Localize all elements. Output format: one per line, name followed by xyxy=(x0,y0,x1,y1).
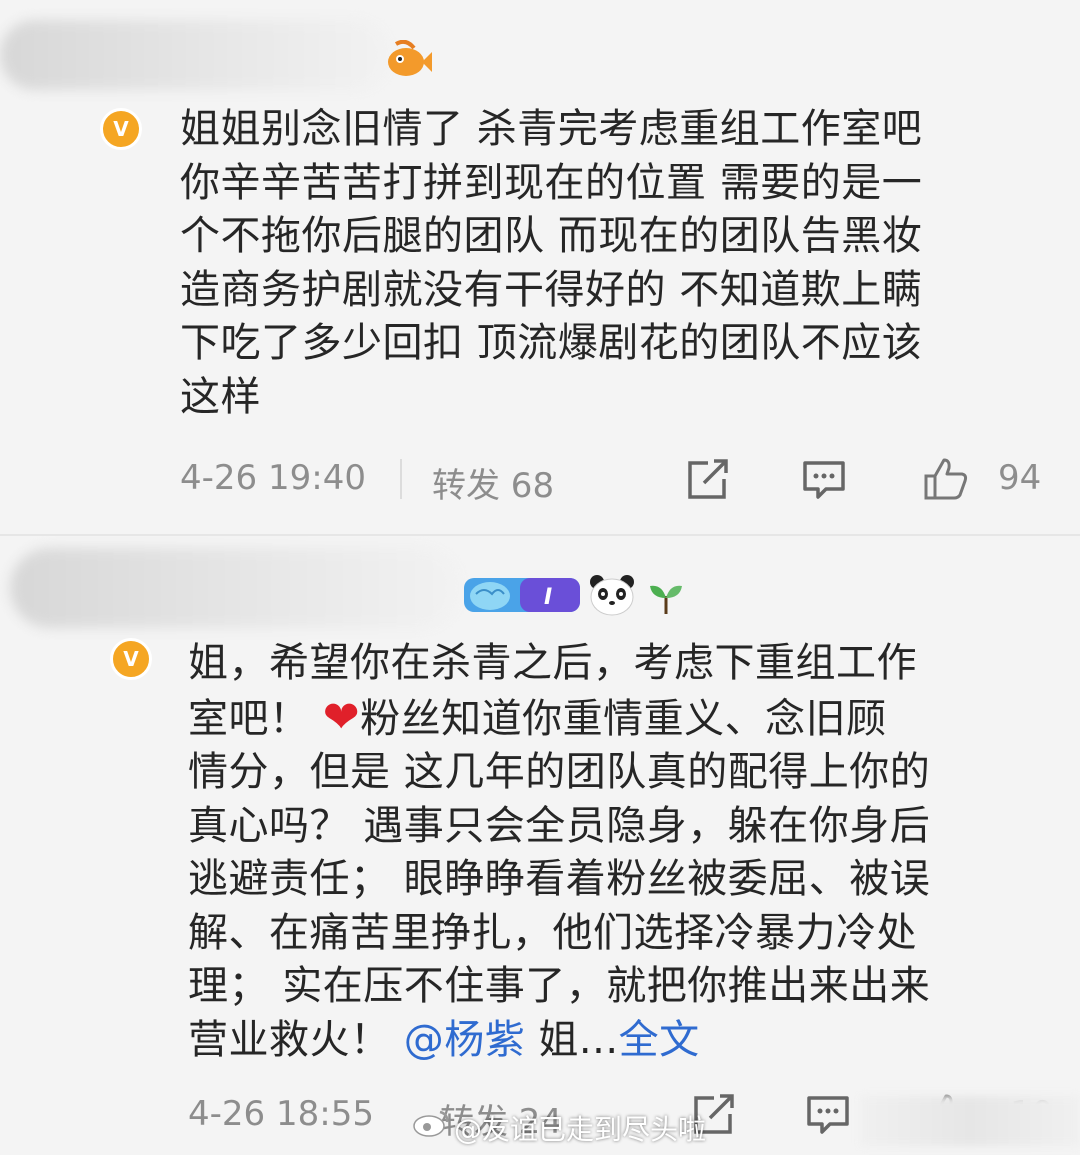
comment-text-1: 姐姐别念旧情了 杀青完考虑重组工作室吧 你辛辛苦苦打拼到现在的位置 需要的是一 … xyxy=(180,106,923,420)
weibo-logo-icon xyxy=(413,1110,449,1137)
heart-emoji-icon: ❤ xyxy=(322,691,361,743)
repost-button-1[interactable]: 转发 68 xyxy=(432,458,554,507)
brain-level-badge-icon: I xyxy=(464,578,580,612)
comment-text-2-part-c: 姐... xyxy=(525,1016,619,1063)
fish-emoji-icon xyxy=(388,40,432,76)
comment-date-1: 4-26 19:40 xyxy=(180,458,366,498)
comment-text-2: 姐，希望你在杀青之后，考虑下重组工作 室吧！ ❤粉丝知道你重情重义、念旧顾 情分… xyxy=(188,637,1058,1067)
verified-badge-icon: V xyxy=(110,638,152,680)
thumbs-up-icon[interactable] xyxy=(922,456,970,502)
share-icon[interactable] xyxy=(686,459,730,501)
sprout-emoji-icon xyxy=(650,585,682,614)
read-full-text-link[interactable]: 全文 xyxy=(619,1017,700,1063)
watermark-blur xyxy=(860,1096,1080,1146)
comment-icon[interactable] xyxy=(802,460,846,500)
panda-emoji-icon xyxy=(590,575,634,616)
meta-divider xyxy=(400,459,402,499)
comment-text-2-part-b: 粉丝知道你重情重义、念旧顾 情分，但是 这几年的团队真的配得上你的 真心吗？ 遇… xyxy=(188,695,931,1063)
mention-link[interactable]: @杨紫 xyxy=(404,1017,526,1063)
comment-date-2: 4-26 18:55 xyxy=(188,1094,374,1134)
watermark-text: @友谊已走到尽头啦 xyxy=(454,1113,707,1146)
svg-text:I: I xyxy=(544,585,552,610)
verified-badge-icon: V xyxy=(100,108,142,150)
comment-icon[interactable] xyxy=(806,1095,850,1135)
like-count-1: 94 xyxy=(998,458,1042,498)
